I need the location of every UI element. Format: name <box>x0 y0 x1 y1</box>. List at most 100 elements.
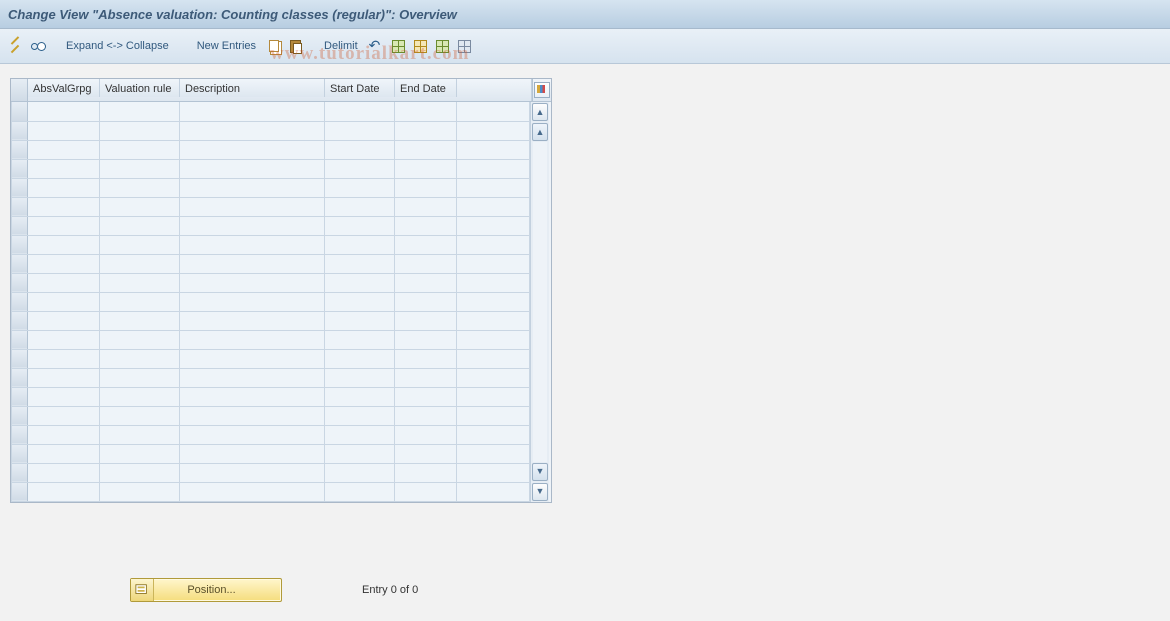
cell-absvalgrpg[interactable] <box>28 292 100 311</box>
cell-valuationrule[interactable] <box>100 406 180 425</box>
cell-description[interactable] <box>180 311 325 330</box>
cell-description[interactable] <box>180 178 325 197</box>
cell-valuationrule[interactable] <box>100 102 180 121</box>
row-selector[interactable] <box>12 178 28 197</box>
cell-enddate[interactable] <box>395 330 457 349</box>
cell-startdate[interactable] <box>325 349 395 368</box>
cell-enddate[interactable] <box>395 463 457 482</box>
row-selector[interactable] <box>12 102 28 121</box>
cell-valuationrule[interactable] <box>100 311 180 330</box>
cell-valuationrule[interactable] <box>100 482 180 501</box>
cell-enddate[interactable] <box>395 140 457 159</box>
cell-enddate[interactable] <box>395 235 457 254</box>
row-selector[interactable] <box>12 425 28 444</box>
col-header-startdate[interactable]: Start Date <box>325 79 395 97</box>
cell-description[interactable] <box>180 216 325 235</box>
cell-description[interactable] <box>180 482 325 501</box>
cell-absvalgrpg[interactable] <box>28 482 100 501</box>
cell-startdate[interactable] <box>325 197 395 216</box>
cell-description[interactable] <box>180 368 325 387</box>
cell-startdate[interactable] <box>325 444 395 463</box>
cell-startdate[interactable] <box>325 425 395 444</box>
row-selector[interactable] <box>12 463 28 482</box>
cell-valuationrule[interactable] <box>100 273 180 292</box>
col-header-description[interactable]: Description <box>180 79 325 97</box>
cell-startdate[interactable] <box>325 330 395 349</box>
cell-absvalgrpg[interactable] <box>28 349 100 368</box>
cell-valuationrule[interactable] <box>100 292 180 311</box>
cell-startdate[interactable] <box>325 292 395 311</box>
cell-enddate[interactable] <box>395 387 457 406</box>
scroll-up-button[interactable]: ▲ <box>532 103 548 121</box>
cell-absvalgrpg[interactable] <box>28 235 100 254</box>
cell-description[interactable] <box>180 444 325 463</box>
cell-enddate[interactable] <box>395 159 457 178</box>
cell-description[interactable] <box>180 102 325 121</box>
cell-enddate[interactable] <box>395 444 457 463</box>
position-button[interactable]: Position... <box>130 578 282 602</box>
row-selector[interactable] <box>12 254 28 273</box>
cell-valuationrule[interactable] <box>100 368 180 387</box>
cell-enddate[interactable] <box>395 368 457 387</box>
cell-enddate[interactable] <box>395 292 457 311</box>
cell-valuationrule[interactable] <box>100 216 180 235</box>
cell-absvalgrpg[interactable] <box>28 444 100 463</box>
row-selector[interactable] <box>12 406 28 425</box>
scroll-down-button[interactable]: ▼ <box>532 483 548 501</box>
configuration-icon[interactable] <box>456 38 472 54</box>
cell-absvalgrpg[interactable] <box>28 102 100 121</box>
cell-valuationrule[interactable] <box>100 159 180 178</box>
cell-startdate[interactable] <box>325 406 395 425</box>
cell-absvalgrpg[interactable] <box>28 197 100 216</box>
cell-valuationrule[interactable] <box>100 197 180 216</box>
cell-description[interactable] <box>180 330 325 349</box>
row-selector[interactable] <box>12 197 28 216</box>
cell-valuationrule[interactable] <box>100 425 180 444</box>
row-selector[interactable] <box>12 387 28 406</box>
cell-enddate[interactable] <box>395 311 457 330</box>
cell-enddate[interactable] <box>395 425 457 444</box>
row-selector[interactable] <box>12 140 28 159</box>
cell-enddate[interactable] <box>395 254 457 273</box>
cell-startdate[interactable] <box>325 235 395 254</box>
expand-collapse-link[interactable]: Expand <-> Collapse <box>62 37 173 55</box>
cell-valuationrule[interactable] <box>100 444 180 463</box>
row-selector[interactable] <box>12 235 28 254</box>
cell-description[interactable] <box>180 273 325 292</box>
cell-enddate[interactable] <box>395 273 457 292</box>
cell-startdate[interactable] <box>325 140 395 159</box>
cell-description[interactable] <box>180 387 325 406</box>
cell-absvalgrpg[interactable] <box>28 387 100 406</box>
cell-absvalgrpg[interactable] <box>28 140 100 159</box>
cell-absvalgrpg[interactable] <box>28 425 100 444</box>
cell-description[interactable] <box>180 197 325 216</box>
cell-absvalgrpg[interactable] <box>28 406 100 425</box>
cell-enddate[interactable] <box>395 178 457 197</box>
copy-as-icon[interactable] <box>266 38 282 54</box>
cell-startdate[interactable] <box>325 368 395 387</box>
cell-description[interactable] <box>180 292 325 311</box>
cell-enddate[interactable] <box>395 102 457 121</box>
cell-valuationrule[interactable] <box>100 330 180 349</box>
row-selector[interactable] <box>12 311 28 330</box>
cell-valuationrule[interactable] <box>100 349 180 368</box>
cell-startdate[interactable] <box>325 178 395 197</box>
cell-description[interactable] <box>180 159 325 178</box>
cell-startdate[interactable] <box>325 121 395 140</box>
delimit-link[interactable]: Delimit <box>320 37 362 55</box>
cell-absvalgrpg[interactable] <box>28 368 100 387</box>
select-all-icon[interactable] <box>390 38 406 54</box>
col-header-enddate[interactable]: End Date <box>395 79 457 97</box>
cell-absvalgrpg[interactable] <box>28 463 100 482</box>
row-selector[interactable] <box>12 216 28 235</box>
row-selector[interactable] <box>12 330 28 349</box>
cell-startdate[interactable] <box>325 102 395 121</box>
row-selector[interactable] <box>12 273 28 292</box>
row-selector[interactable] <box>12 482 28 501</box>
cell-absvalgrpg[interactable] <box>28 178 100 197</box>
cell-description[interactable] <box>180 121 325 140</box>
cell-enddate[interactable] <box>395 349 457 368</box>
cell-description[interactable] <box>180 349 325 368</box>
cell-valuationrule[interactable] <box>100 178 180 197</box>
row-selector[interactable] <box>12 444 28 463</box>
